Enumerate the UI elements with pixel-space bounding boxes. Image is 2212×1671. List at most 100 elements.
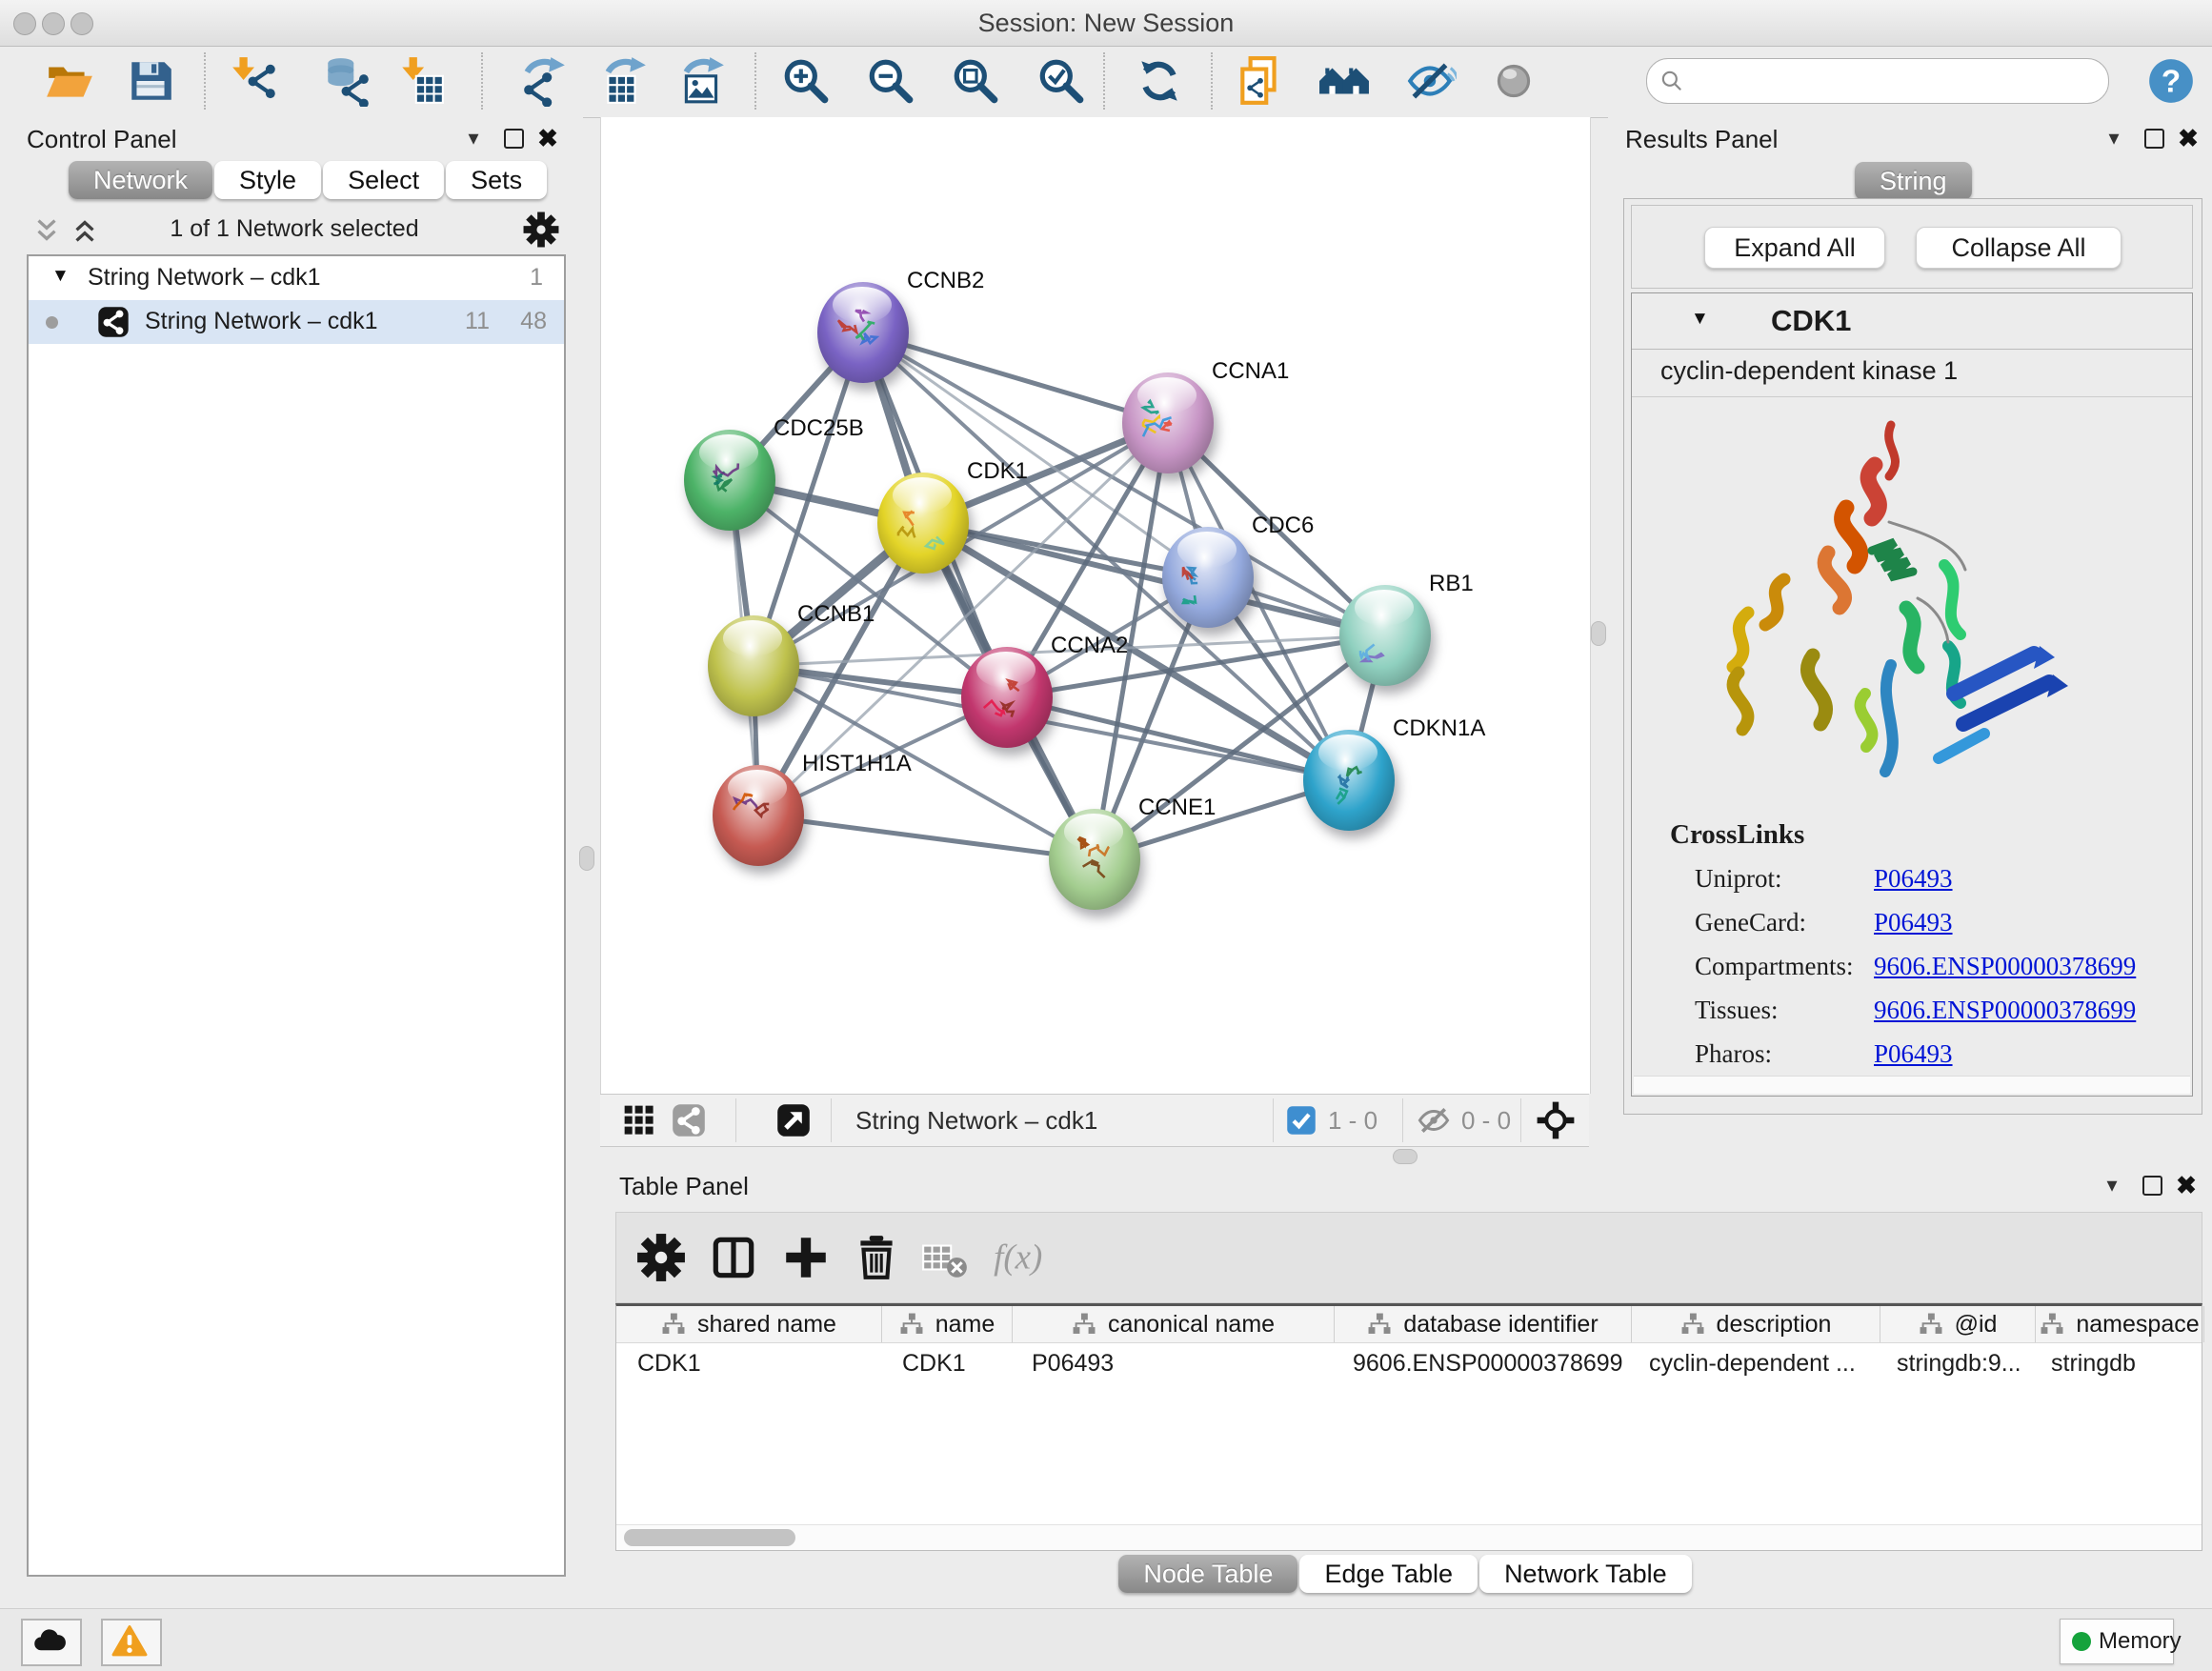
splitter-handle-bottom[interactable] (1393, 1149, 1418, 1164)
panel-close-icon[interactable]: ✖ (2174, 123, 2202, 153)
column-header-sharedname[interactable]: shared name (616, 1306, 882, 1342)
table-cell[interactable]: 9606.ENSP00000378699 (1332, 1342, 1628, 1384)
column-header-namespace[interactable]: namespace (2036, 1306, 2204, 1342)
table-cell[interactable]: CDK1 (881, 1342, 1011, 1384)
table-cell[interactable]: stringdb (2030, 1342, 2198, 1384)
save-session-icon[interactable] (125, 55, 176, 107)
panel-menu-icon[interactable]: ▾ (2098, 1170, 2126, 1200)
network-node-HIST1H1A[interactable] (713, 765, 804, 866)
table-cell[interactable]: P06493 (1011, 1342, 1332, 1384)
collapse-all-button[interactable]: Collapse All (1916, 227, 2122, 269)
tab-edge-table[interactable]: Edge Table (1299, 1555, 1478, 1593)
table-cell[interactable]: CDK1 (616, 1342, 881, 1384)
crosslink-link[interactable]: P06493 (1874, 1039, 1953, 1069)
import-table-from-file-icon[interactable] (395, 55, 447, 107)
panel-float-icon[interactable] (2140, 123, 2168, 153)
column-header-id[interactable]: @id (1880, 1306, 2036, 1342)
network-collection-row[interactable]: ▼ String Network – cdk1 1 (29, 256, 564, 300)
panel-menu-icon[interactable]: ▾ (2100, 123, 2128, 153)
network-edge[interactable] (758, 815, 1095, 859)
gear-icon[interactable] (635, 1232, 687, 1283)
search-box[interactable] (1646, 58, 2109, 104)
crosslink-link[interactable]: P06493 (1874, 908, 1953, 937)
network-node-CCNB1[interactable] (708, 615, 799, 716)
panel-close-icon[interactable]: ✖ (2172, 1170, 2201, 1200)
gene-card-header[interactable]: ▼ CDK1 (1632, 293, 2192, 350)
apply-preferred-layout-icon[interactable] (1134, 55, 1185, 107)
network-node-CDC25B[interactable] (684, 430, 775, 531)
memory-button[interactable]: Memory (2060, 1619, 2174, 1664)
network-node-CCNA1[interactable] (1122, 372, 1214, 473)
delete-icon[interactable] (851, 1232, 902, 1283)
hidden-eye-icon[interactable] (1416, 1102, 1452, 1138)
export-network-icon[interactable] (517, 55, 569, 107)
table-row[interactable]: CDK1CDK1P064939606.ENSP00000378699cyclin… (616, 1342, 2202, 1384)
collapse-section-icon[interactable]: ▼ (1691, 309, 1709, 330)
warning-icon[interactable] (101, 1619, 162, 1666)
crosslink-link[interactable]: P06493 (1874, 864, 1953, 894)
panel-close-icon[interactable]: ✖ (533, 123, 562, 153)
selected-checkbox-icon[interactable] (1286, 1105, 1317, 1136)
zoom-fit-content-icon[interactable] (950, 55, 1001, 107)
zoom-in-icon[interactable] (780, 55, 832, 107)
panel-float-icon[interactable] (2138, 1170, 2166, 1200)
tab-sets[interactable]: Sets (446, 161, 547, 199)
network-node-RB1[interactable] (1339, 585, 1431, 686)
open-in-window-icon[interactable] (775, 1102, 812, 1138)
results-scrollbar[interactable] (1634, 1076, 2190, 1094)
network-node-CCNB2[interactable] (817, 282, 909, 383)
import-network-from-file-icon[interactable] (229, 55, 280, 107)
string-structure-ball-icon[interactable] (1488, 55, 1539, 107)
tab-network[interactable]: Network (69, 161, 212, 199)
export-image-icon[interactable] (676, 55, 728, 107)
network-node-CCNE1[interactable] (1049, 809, 1140, 910)
column-header-description[interactable]: description (1632, 1306, 1880, 1342)
export-table-icon[interactable] (598, 55, 650, 107)
network-node-CDK1[interactable] (877, 473, 969, 574)
share-network-icon[interactable] (671, 1102, 707, 1138)
network-node-CDC6[interactable] (1162, 527, 1254, 628)
splitter-handle-right[interactable] (1591, 621, 1606, 646)
zoom-out-icon[interactable] (865, 55, 916, 107)
zoom-selected-region-icon[interactable] (1036, 55, 1087, 107)
column-header-name[interactable]: name (882, 1306, 1013, 1342)
column-header-databaseidentifier[interactable]: database identifier (1335, 1306, 1632, 1342)
network-edge[interactable] (863, 332, 1168, 423)
splitter-handle-left[interactable] (579, 846, 594, 871)
network-canvas[interactable]: CCNB2CCNA1CDC25BCDK1CDC6RB1CCNB1CCNA2CDK… (600, 117, 1591, 1094)
network-row[interactable]: String Network – cdk1 11 48 (29, 300, 564, 344)
tab-network-table[interactable]: Network Table (1479, 1555, 1692, 1593)
table-cell[interactable]: stringdb:9... (1876, 1342, 2030, 1384)
open-session-icon[interactable] (44, 55, 95, 107)
grid-view-icon[interactable] (621, 1102, 657, 1138)
tree-expander-icon[interactable]: ▼ (51, 266, 70, 287)
table-cell[interactable]: cyclin-dependent ... (1628, 1342, 1876, 1384)
import-network-from-database-icon[interactable] (321, 55, 372, 107)
memory-label: Memory (2099, 1628, 2182, 1655)
search-input[interactable] (1693, 63, 2097, 99)
scrollbar-thumb[interactable] (624, 1529, 795, 1546)
chevron-double-down-icon[interactable] (30, 214, 63, 247)
tab-string[interactable]: String (1855, 162, 1972, 200)
expand-all-button[interactable]: Expand All (1704, 227, 1885, 269)
add-icon[interactable] (780, 1232, 832, 1283)
string-import-icon[interactable] (1235, 55, 1286, 107)
gear-icon[interactable] (522, 211, 560, 249)
tab-select[interactable]: Select (323, 161, 444, 199)
cloud-icon[interactable] (21, 1619, 82, 1666)
network-node-CDKN1A[interactable] (1303, 730, 1395, 831)
network-node-CCNA2[interactable] (961, 647, 1053, 748)
crosslink-link[interactable]: 9606.ENSP00000378699 (1874, 996, 2136, 1025)
string-home-icon[interactable] (1318, 55, 1370, 107)
tab-node-table[interactable]: Node Table (1118, 1555, 1297, 1593)
help-icon[interactable]: ? (2145, 55, 2197, 107)
network-status-dot (46, 316, 58, 329)
columns-icon[interactable] (708, 1232, 759, 1283)
column-header-canonicalname[interactable]: canonical name (1013, 1306, 1335, 1342)
crosslink-link[interactable]: 9606.ENSP00000378699 (1874, 952, 2136, 981)
panel-float-icon[interactable] (499, 123, 528, 153)
tab-style[interactable]: Style (214, 161, 321, 199)
string-glass-ball-icon[interactable] (1405, 55, 1457, 107)
panel-menu-icon[interactable]: ▾ (459, 123, 488, 153)
birdseye-icon[interactable] (1536, 1100, 1576, 1140)
